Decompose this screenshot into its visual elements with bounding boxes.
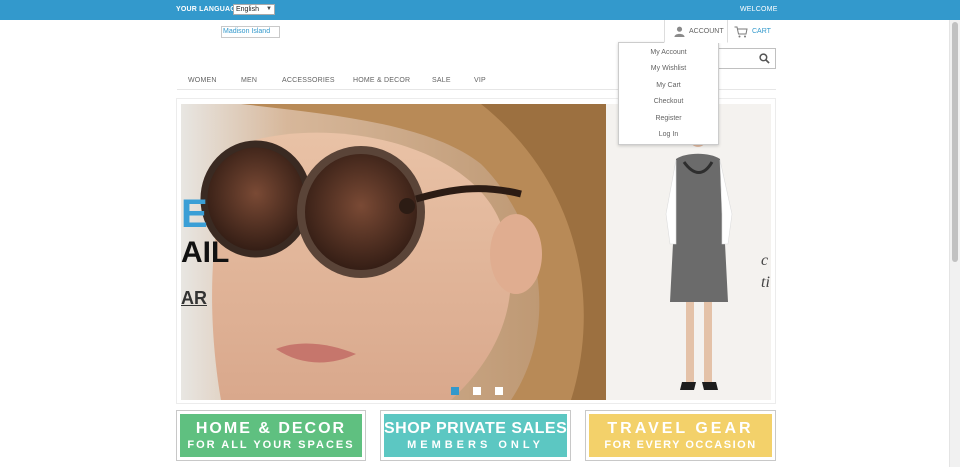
cart-icon xyxy=(734,26,748,38)
logo-alt-text: Madison Island xyxy=(223,28,271,35)
slider-dot-3[interactable] xyxy=(495,387,503,395)
dress-model-photo xyxy=(606,104,771,400)
account-label: ACCOUNT xyxy=(689,28,724,35)
scrollbar-thumb[interactable] xyxy=(952,22,958,262)
language-select[interactable]: English ▼ xyxy=(233,4,275,15)
page-scrollbar[interactable] xyxy=(949,20,960,467)
page: YOUR LANGUAGE English ▼ WELCOME Madison … xyxy=(0,0,960,467)
slide-text-1: E xyxy=(181,192,208,236)
menu-item-register[interactable]: Register xyxy=(619,115,718,122)
nav-item-women[interactable]: WOMEN xyxy=(188,77,217,84)
nav-item-accessories[interactable]: ACCESSORIES xyxy=(282,77,335,84)
promo-subtitle: FOR ALL YOUR SPACES xyxy=(187,439,355,451)
promo-title: TRAVEL GEAR xyxy=(607,420,754,437)
chevron-down-icon: ▼ xyxy=(266,6,272,12)
sunglasses-woman-photo xyxy=(181,104,606,400)
promo-banner-private-sales: SHOP PRIVATE SALES MEMBERS ONLY xyxy=(384,414,567,457)
user-icon xyxy=(674,26,685,37)
account-dropdown: My Account My Wishlist My Cart Checkout … xyxy=(618,42,719,145)
slide-image-sunglasses[interactable]: E AIL AR xyxy=(181,104,606,400)
promo-banner-travel-gear: TRAVEL GEAR FOR EVERY OCCASION xyxy=(589,414,772,457)
promo-home-decor[interactable]: HOME & DECOR FOR ALL YOUR SPACES xyxy=(176,410,366,461)
top-bar: YOUR LANGUAGE English ▼ WELCOME xyxy=(0,0,960,20)
nav-item-vip[interactable]: VIP xyxy=(474,77,486,84)
promo-travel-gear[interactable]: TRAVEL GEAR FOR EVERY OCCASION xyxy=(585,410,776,461)
menu-item-my-cart[interactable]: My Cart xyxy=(619,82,718,89)
side-text-1: c xyxy=(761,252,769,269)
menu-item-my-wishlist[interactable]: My Wishlist xyxy=(619,65,718,72)
promo-title: SHOP PRIVATE SALES xyxy=(384,420,568,437)
language-value: English xyxy=(236,6,259,13)
logo[interactable]: Madison Island xyxy=(221,26,280,38)
account-button[interactable]: ACCOUNT xyxy=(664,20,728,43)
welcome-message: WELCOME xyxy=(740,6,778,13)
promo-subtitle: FOR EVERY OCCASION xyxy=(604,439,757,451)
menu-item-log-in[interactable]: Log In xyxy=(619,131,718,138)
promo-title: HOME & DECOR xyxy=(195,420,347,437)
promo-banner-home-decor: HOME & DECOR FOR ALL YOUR SPACES xyxy=(180,414,362,457)
slide-image-dress[interactable]: c ti xyxy=(606,104,771,400)
slider-dot-1[interactable] xyxy=(451,387,459,395)
slide-text-2: AIL xyxy=(181,236,230,269)
cart-label: CART xyxy=(752,28,771,35)
nav-item-home-decor[interactable]: HOME & DECOR xyxy=(353,77,410,84)
menu-item-checkout[interactable]: Checkout xyxy=(619,98,718,105)
side-text-2: ti xyxy=(761,274,770,291)
slide-text-3: AR xyxy=(181,288,207,308)
menu-item-my-account[interactable]: My Account xyxy=(619,49,718,56)
slider-dot-2[interactable] xyxy=(473,387,481,395)
nav-item-men[interactable]: MEN xyxy=(241,77,257,84)
nav-item-sale[interactable]: SALE xyxy=(432,77,451,84)
search-icon[interactable] xyxy=(759,53,770,64)
promo-private-sales[interactable]: SHOP PRIVATE SALES MEMBERS ONLY xyxy=(380,410,571,461)
language-label: YOUR LANGUAGE xyxy=(176,6,241,13)
promo-subtitle: MEMBERS ONLY xyxy=(407,439,544,451)
